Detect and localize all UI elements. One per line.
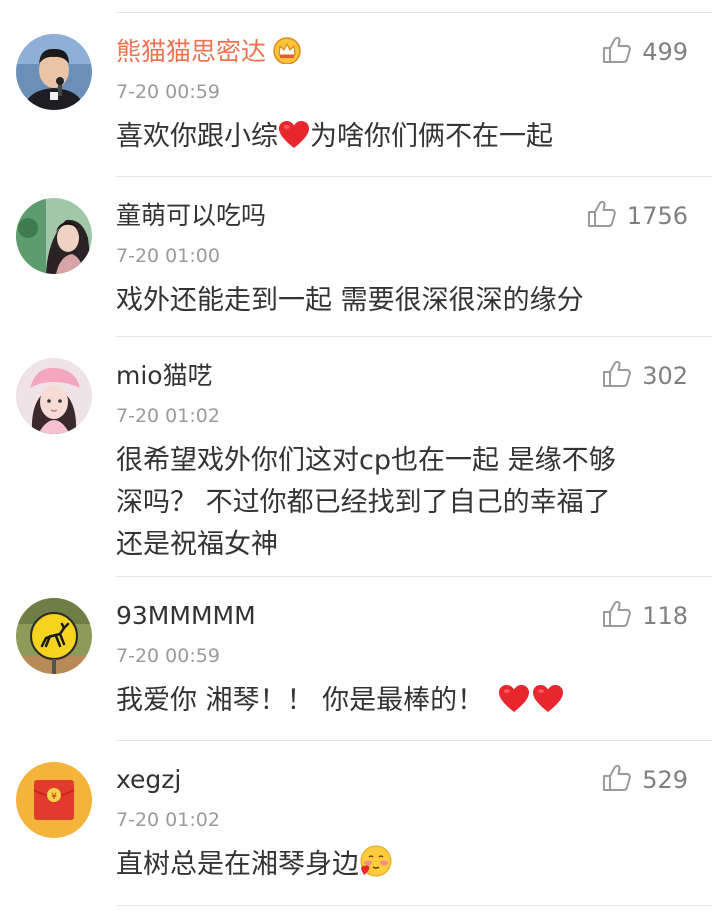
comment-item: 93MMMMM 7-20 00:59 我爱你 湘琴！！ 你是最棒的！ 118: [0, 577, 712, 741]
comment-text: 直树总是在湘琴身边: [116, 844, 686, 891]
username[interactable]: xegzj: [116, 763, 181, 797]
like-count: 499: [642, 38, 688, 66]
like-count: 118: [642, 602, 688, 630]
red-heart-icon: [278, 120, 310, 163]
like-count: 302: [642, 362, 688, 390]
comment-item: mio猫呓 7-20 01:02 很希望戏外你们这对cp也在一起 是缘不够 深吗…: [0, 337, 712, 577]
like-count: 1756: [626, 202, 688, 230]
avatar[interactable]: [16, 598, 92, 674]
username[interactable]: 熊猫猫思密达: [116, 35, 302, 73]
comment-item: 童萌可以吃吗 7-20 01:00 戏外还能走到一起 需要很深很深的缘分 175…: [0, 177, 712, 337]
comment-item: ¥ xegzj 7-20 01:02 直树总是在湘琴身边 529: [0, 741, 712, 906]
thumbs-up-icon: [602, 360, 632, 392]
timestamp: 7-20 00:59: [116, 645, 220, 667]
timestamp: 7-20 01:02: [116, 405, 220, 427]
username[interactable]: mio猫呓: [116, 359, 213, 393]
avatar-image-red-envelope: ¥: [16, 762, 92, 838]
comment-text: 喜欢你跟小综 为啥你们俩不在一起: [116, 116, 686, 163]
red-heart-icon: [532, 684, 564, 727]
thumbs-up-icon: [587, 200, 617, 232]
avatar-image-man-with-microphone: [16, 34, 92, 110]
timestamp: 7-20 00:59: [116, 81, 220, 103]
thumbs-up-icon: [602, 36, 632, 68]
divider: [116, 905, 712, 906]
avatar-image-girl-pink-hat: [16, 358, 92, 434]
vip-crown-icon: [272, 36, 302, 73]
timestamp: 7-20 01:02: [116, 809, 220, 831]
comment-text: 戏外还能走到一起 需要很深很深的缘分: [116, 285, 584, 316]
like-button[interactable]: 529: [602, 764, 688, 796]
avatar-image-deer-sign: [16, 598, 92, 674]
like-button[interactable]: 1756: [587, 200, 688, 232]
username[interactable]: 童萌可以吃吗: [116, 199, 266, 233]
red-heart-icon: [498, 684, 530, 727]
timestamp: 7-20 01:00: [116, 245, 220, 267]
avatar[interactable]: [16, 34, 92, 110]
avatar-image-girl-outdoors: [16, 198, 92, 274]
svg-text:¥: ¥: [51, 792, 57, 802]
like-count: 529: [642, 766, 688, 794]
avatar[interactable]: [16, 198, 92, 274]
avatar[interactable]: [16, 358, 92, 434]
comment-text: 我爱你 湘琴！！ 你是最棒的！: [116, 680, 686, 727]
like-button[interactable]: 302: [602, 360, 688, 392]
thumbs-up-icon: [602, 764, 632, 796]
avatar[interactable]: ¥: [16, 762, 92, 838]
like-button[interactable]: 499: [602, 36, 688, 68]
username[interactable]: 93MMMMM: [116, 599, 256, 633]
like-button[interactable]: 118: [602, 600, 688, 632]
shy-face-icon: [359, 844, 393, 891]
comment-item: 熊猫猫思密达 7-20 00:59 喜欢你跟小综 为啥你们俩不在一起 499: [0, 13, 712, 177]
thumbs-up-icon: [602, 600, 632, 632]
comment-text: 很希望戏外你们这对cp也在一起 是缘不够 深吗？ 不过你都已经找到了自己的幸福了…: [116, 445, 616, 560]
